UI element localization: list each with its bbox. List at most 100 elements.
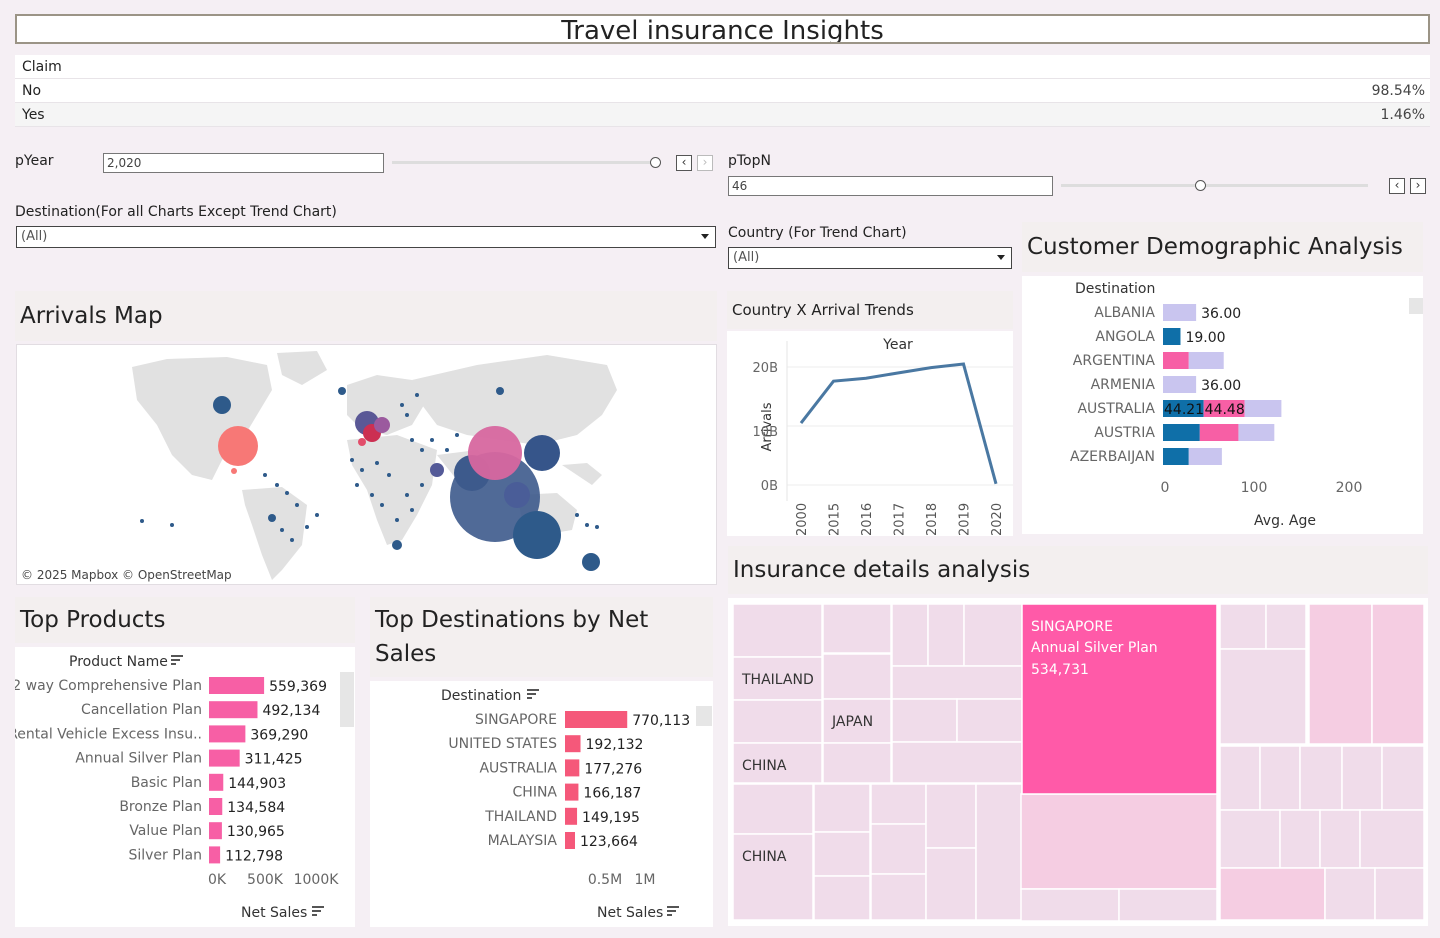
products-bar[interactable]: [209, 677, 265, 694]
destination-filter-label: Destination(For all Charts Except Trend …: [15, 204, 337, 220]
demo-bar-segment[interactable]: [1188, 352, 1224, 369]
top-products-chart[interactable]: Product Name 2 way Comprehensive Plan 559…: [8, 647, 355, 927]
demo-bar-segment[interactable]: [1163, 304, 1197, 321]
products-bar[interactable]: [209, 749, 240, 767]
map-bubble[interactable]: [524, 435, 560, 471]
products-value-label: 311,425: [245, 752, 303, 768]
demo-bar-segment[interactable]: [1163, 328, 1181, 345]
trend-chart-title: Year: [882, 337, 913, 353]
trend-y-tick: 0B: [761, 479, 778, 494]
demo-col-header: Destination: [1075, 281, 1155, 297]
demo-data-label: 36.00: [1201, 378, 1241, 394]
products-category-label: Basic Plan: [131, 775, 202, 791]
destinations-bar[interactable]: [565, 711, 628, 728]
destinations-bar[interactable]: [565, 832, 575, 849]
arrivals-map[interactable]: © 2025 Mapbox © OpenStreetMap: [16, 344, 717, 585]
destinations-scrollbar[interactable]: [696, 706, 712, 726]
treemap-thailand-label: THAILAND: [741, 672, 814, 688]
demo-bar-segment[interactable]: [1163, 424, 1200, 441]
map-bubble[interactable]: [582, 553, 600, 571]
world-map-svg: © 2025 Mapbox © OpenStreetMap: [21, 351, 617, 582]
pyear-input[interactable]: 2,020: [103, 153, 384, 173]
map-bubble[interactable]: [268, 514, 276, 522]
demo-bar-segment[interactable]: [1188, 448, 1222, 465]
map-bubble[interactable]: [392, 540, 402, 550]
map-bubble[interactable]: [468, 426, 522, 480]
demo-category-label: ALBANIA: [1094, 305, 1155, 321]
pyear-next-button[interactable]: ›: [697, 155, 713, 171]
destination-filter-dropdown[interactable]: (All): [16, 226, 716, 248]
products-value-label: 369,290: [250, 727, 308, 743]
demo-category-label: ARGENTINA: [1073, 353, 1156, 369]
destinations-bar[interactable]: [565, 783, 579, 801]
demo-bar-segment[interactable]: [1163, 448, 1189, 465]
destinations-bar[interactable]: [565, 759, 580, 777]
products-value-label: 492,134: [262, 703, 320, 719]
products-bar[interactable]: [209, 846, 221, 864]
pyear-prev-button[interactable]: ‹: [676, 155, 692, 171]
trend-chart[interactable]: Year Arrivals 20B 10B 0B 2000 2015 2016 201…: [727, 331, 1013, 536]
products-bar[interactable]: [209, 822, 222, 840]
map-bubble[interactable]: [374, 417, 390, 433]
map-bubble[interactable]: [231, 468, 237, 474]
products-bar[interactable]: [209, 701, 258, 719]
sort-icon[interactable]: [667, 906, 679, 916]
demo-scrollbar[interactable]: [1409, 298, 1423, 314]
ptopn-input[interactable]: 46: [728, 176, 1053, 196]
products-category-label: 2 way Comprehensive Plan: [15, 678, 202, 694]
sort-icon[interactable]: [527, 689, 539, 699]
products-x-tick: 0K: [208, 872, 227, 888]
demo-bar-segment[interactable]: [1244, 400, 1282, 417]
pyear-slider-handle[interactable]: [650, 157, 661, 168]
ptopn-slider-handle[interactable]: [1195, 180, 1206, 191]
map-bubble[interactable]: [430, 463, 444, 477]
destinations-category-label: SINGAPORE: [475, 712, 557, 728]
destinations-col-header: Destination: [441, 688, 521, 704]
destinations-bar[interactable]: [565, 807, 578, 825]
map-bubble[interactable]: [504, 482, 530, 508]
trend-line-series[interactable]: [799, 362, 998, 485]
map-bubble[interactable]: [513, 511, 561, 559]
products-scrollbar[interactable]: [340, 672, 354, 727]
top-destinations-chart[interactable]: Destination SINGAPORE 770,113 UNITED STATE…: [370, 681, 713, 927]
map-bubble[interactable]: [338, 387, 346, 395]
destinations-bar[interactable]: [565, 735, 581, 753]
sort-icon[interactable]: [312, 906, 324, 916]
ptopn-slider-track[interactable]: [1061, 184, 1368, 187]
chevron-down-icon: [997, 255, 1005, 260]
insurance-treemap[interactable]: SINGAPORE Annual Silver Plan 534,731 THA…: [728, 598, 1428, 926]
products-x-axis-label: Net Sales: [241, 905, 307, 921]
claim-row-no[interactable]: No 98.54%: [15, 79, 1430, 103]
map-bubble[interactable]: [213, 396, 231, 414]
demographic-panel: Destination ALBANIA 36.00 ANGOLA 19.00 ARGEN…: [1022, 276, 1423, 534]
claim-row-yes[interactable]: Yes 1.46%: [15, 103, 1430, 127]
arrivals-map-header: Arrivals Map: [15, 291, 717, 341]
ptopn-prev-button[interactable]: ‹: [1389, 178, 1405, 194]
country-filter-dropdown[interactable]: (All): [728, 247, 1012, 269]
demo-bar-segment[interactable]: [1238, 424, 1275, 441]
products-bar[interactable]: [209, 798, 223, 815]
map-bubble[interactable]: [496, 387, 504, 395]
demographic-chart[interactable]: Destination ALBANIA 36.00 ANGOLA 19.00 ARGEN…: [1022, 276, 1423, 534]
pyear-slider-track[interactable]: [392, 161, 654, 164]
treemap-singapore-label: SINGAPORE: [1031, 619, 1113, 635]
trend-x-tick: 2019: [958, 503, 973, 536]
products-x-tick: 1000K: [294, 872, 340, 888]
demo-category-label: ANGOLA: [1095, 329, 1155, 345]
demo-bar-segment[interactable]: [1199, 424, 1239, 441]
demo-bar-segment[interactable]: [1163, 376, 1197, 393]
map-attribution: © 2025 Mapbox © OpenStreetMap: [21, 568, 232, 582]
products-value-label: 130,965: [227, 824, 285, 840]
products-x-tick: 500K: [247, 872, 284, 888]
map-bubble[interactable]: [358, 438, 366, 446]
products-value-label: 112,798: [225, 848, 283, 864]
map-bubble[interactable]: [218, 426, 258, 466]
treemap-singapore-plan: Annual Silver Plan: [1031, 640, 1158, 656]
products-bar[interactable]: [209, 725, 246, 743]
products-bar[interactable]: [209, 773, 224, 791]
demo-x-axis-label: Avg. Age: [1254, 513, 1316, 529]
demo-bar-segment[interactable]: [1163, 352, 1189, 369]
ptopn-next-button[interactable]: ›: [1410, 178, 1426, 194]
sort-icon[interactable]: [171, 655, 183, 665]
top-destinations-panel: Destination SINGAPORE 770,113 UNITED STATE…: [370, 681, 713, 927]
